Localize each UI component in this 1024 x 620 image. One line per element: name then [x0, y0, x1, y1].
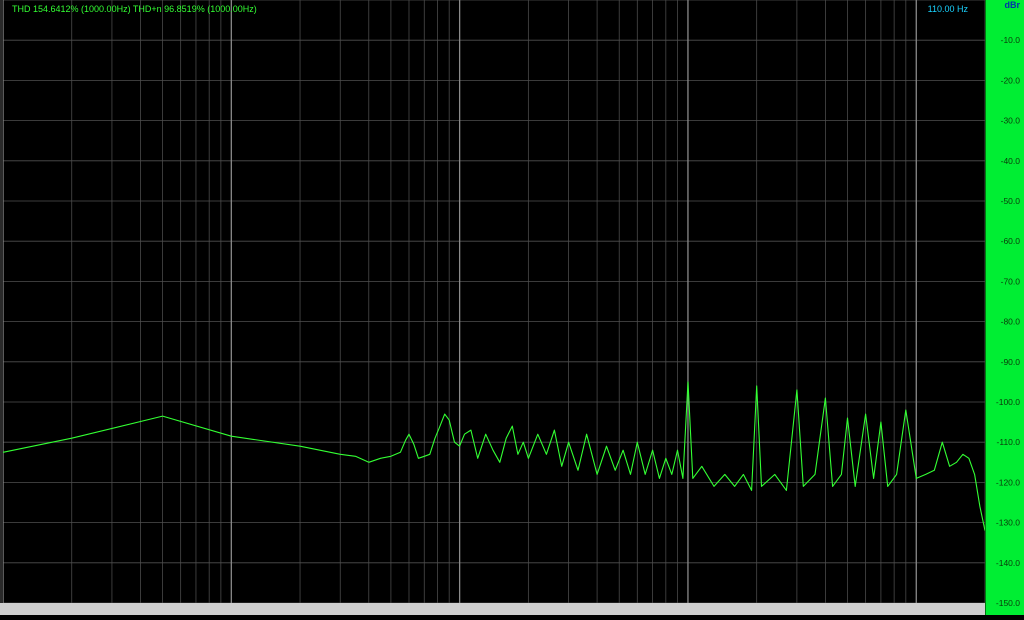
- y-tick-label: -30.0: [1001, 116, 1021, 126]
- y-tick-label: -150.0: [996, 598, 1020, 608]
- y-tick-label: -130.0: [996, 518, 1020, 528]
- y-tick-label: -120.0: [996, 477, 1020, 487]
- spectrum-plot: 2345678102030405060701002003004005007001…: [2, 0, 992, 614]
- left-border: [0, 0, 3, 603]
- major-grid: [2, 0, 917, 603]
- y-tick-label: dBr: [1005, 0, 1021, 10]
- frequency-axis-bar: [0, 603, 985, 615]
- amplitude-scale-panel[interactable]: dBr -10.0 -20.0 -30.0 -40.0 -50.0 -60.0 -70.0 -8…: [985, 0, 1024, 615]
- y-tick-label: -10.0: [1001, 35, 1021, 45]
- y-tick-label: -110.0: [997, 437, 1021, 447]
- y-tick-label: -70.0: [1001, 276, 1021, 286]
- y-tick-label: -140.0: [996, 558, 1020, 568]
- thd-readout: THD 154.6412% (1000.00Hz) THD+n 96.8519%…: [12, 4, 257, 14]
- y-tick-label: -80.0: [1001, 317, 1021, 327]
- y-tick-label: -50.0: [1001, 196, 1021, 206]
- y-tick-label: -100.0: [996, 397, 1020, 407]
- minor-grid: [3, 0, 986, 604]
- y-tick-label: -90.0: [1001, 357, 1021, 367]
- spectrum-trace-0: [2, 381, 986, 531]
- y-tick-label: -60.0: [1001, 236, 1021, 246]
- y-tick-label: -20.0: [1001, 75, 1021, 85]
- amplitude-scale: dBr -10.0 -20.0 -30.0 -40.0 -50.0 -60.0 -70.0 -8…: [996, 0, 1021, 608]
- cursor-frequency-readout: 110.00 Hz: [927, 4, 968, 14]
- trace-layer: [2, 381, 986, 531]
- y-tick-label: -40.0: [1001, 156, 1021, 166]
